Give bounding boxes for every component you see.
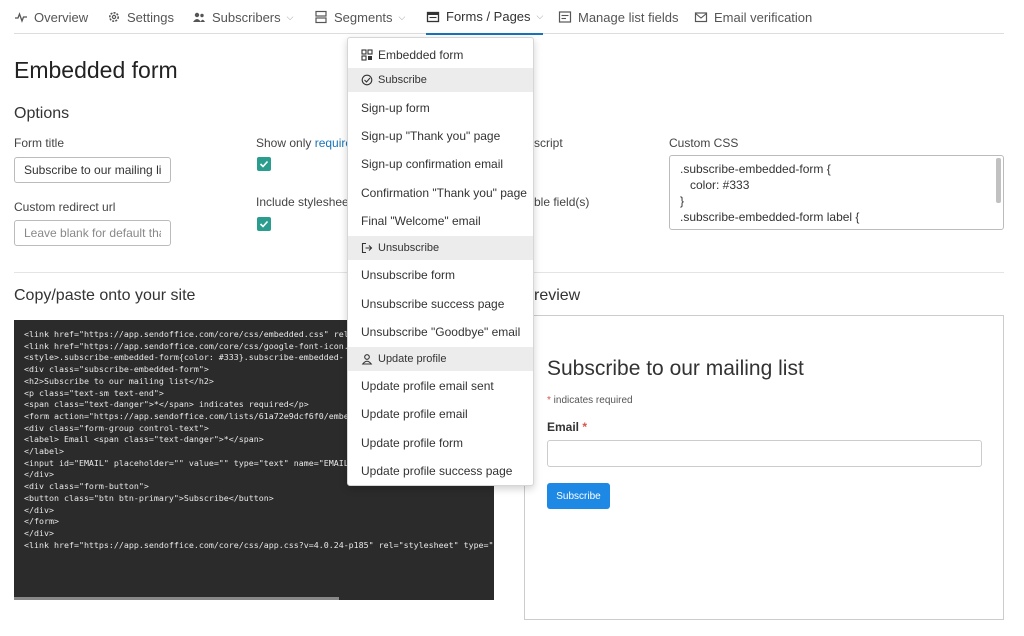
menu-item-label: Embedded form	[378, 48, 464, 62]
options-title: Options	[14, 105, 70, 122]
chevron-down-icon: ⌵	[398, 11, 406, 22]
custom-css-label: Custom CSS	[669, 136, 739, 150]
grid-icon	[361, 49, 373, 61]
gear-icon	[107, 10, 121, 24]
redirect-url-input[interactable]	[14, 220, 171, 246]
show-only-required-label: Show only require	[256, 136, 352, 150]
show-only-required-checkbox[interactable]	[257, 157, 271, 171]
segments-icon	[314, 10, 328, 24]
nav-segments-label: Segments	[334, 9, 393, 25]
include-stylesheet-label: Include styleshee	[256, 195, 349, 209]
preview-title: review	[534, 287, 581, 304]
nav-overview[interactable]: Overview	[14, 0, 88, 34]
menu-item-final-welcome-email[interactable]: Final "Welcome" email	[348, 207, 533, 235]
page-title: Embedded form	[14, 57, 178, 83]
copy-paste-title: Copy/paste onto your site	[14, 287, 196, 304]
menu-item-unsubscribe-form[interactable]: Unsubscribe form	[348, 261, 533, 289]
user-icon	[361, 353, 373, 365]
chevron-down-icon: ⌵	[536, 11, 544, 21]
code-line: </form>	[24, 516, 59, 527]
preview-form-title: Subscribe to our mailing list	[547, 357, 804, 380]
custom-css-content: .subscribe-embedded-form { color: #333 }…	[680, 162, 860, 224]
forms-pages-dropdown: Embedded form Subscribe Sign-up form Sig…	[347, 37, 534, 486]
email-required-star: *	[582, 420, 588, 434]
preview-email-label: Email *	[547, 420, 587, 434]
menu-group-label: Subscribe	[378, 74, 427, 86]
envelope-check-icon	[694, 10, 708, 24]
users-icon	[192, 10, 206, 24]
menu-item-unsubscribe-success-page[interactable]: Unsubscribe success page	[348, 290, 533, 318]
code-line: <button class="btn btn-primary">Subscrib…	[24, 492, 274, 503]
horizontal-scrollbar[interactable]	[14, 597, 339, 600]
top-nav: Overview Settings Subscribers ⌵ Segments…	[14, 0, 1004, 35]
menu-item-update-profile-email-sent[interactable]: Update profile email sent	[348, 372, 533, 400]
nav-settings[interactable]: Settings	[107, 0, 174, 34]
menu-group-label: Unsubscribe	[378, 242, 440, 254]
sign-out-icon	[361, 242, 373, 254]
nav-manage-list-fields[interactable]: Manage list fields	[558, 0, 678, 34]
menu-item-confirmation-thank-you[interactable]: Confirmation "Thank you" page	[348, 179, 533, 207]
nav-overview-label: Overview	[34, 9, 89, 25]
check-circle-icon	[361, 74, 373, 86]
chevron-down-icon: ⌵	[286, 11, 294, 22]
pulse-icon	[14, 10, 28, 24]
menu-group-subscribe: Subscribe	[348, 68, 533, 92]
form-title-label: Form title	[14, 136, 65, 150]
menu-item-unsubscribe-goodbye-email[interactable]: Unsubscribe "Goodbye" email	[348, 318, 533, 346]
preview-email-input[interactable]	[547, 440, 982, 467]
nav-manage-list-fields-label: Manage list fields	[578, 9, 679, 25]
menu-group-label: Update profile	[378, 353, 447, 365]
nav-forms-pages-label: Forms / Pages	[446, 9, 531, 24]
code-line: </div>	[24, 527, 54, 538]
nav-email-verification[interactable]: Email verification	[694, 0, 812, 34]
nav-subscribers-label: Subscribers	[212, 9, 281, 25]
show-only-text: Show only	[256, 136, 315, 150]
nav-email-verification-label: Email verification	[714, 9, 813, 25]
menu-group-update-profile: Update profile	[348, 347, 533, 371]
menu-item-signup-form[interactable]: Sign-up form	[348, 94, 533, 122]
menu-item-update-profile-success-page[interactable]: Update profile success page	[348, 457, 533, 485]
nav-settings-label: Settings	[127, 9, 174, 25]
nav-forms-pages[interactable]: Forms / Pages ⌵	[426, 0, 544, 35]
form-icon	[426, 10, 440, 24]
menu-item-signup-confirmation-email[interactable]: Sign-up confirmation email	[348, 150, 533, 178]
check-icon	[259, 160, 269, 168]
menu-item-embedded-form[interactable]: Embedded form	[348, 41, 533, 69]
code-line: </div>	[24, 504, 54, 515]
scrollbar[interactable]	[996, 158, 1001, 203]
check-icon	[259, 220, 269, 228]
preview-required-note: * indicates required	[547, 395, 633, 406]
menu-item-update-profile-form[interactable]: Update profile form	[348, 429, 533, 457]
include-script-label: script	[534, 136, 563, 150]
visible-fields-label: ble field(s)	[534, 195, 590, 209]
custom-css-textarea[interactable]: .subscribe-embedded-form { color: #333 }…	[669, 155, 1004, 230]
nav-segments[interactable]: Segments ⌵	[314, 0, 405, 34]
form-title-input[interactable]	[14, 157, 171, 183]
required-note-text: indicates required	[550, 395, 633, 406]
nav-subscribers[interactable]: Subscribers ⌵	[192, 0, 293, 34]
menu-group-unsubscribe: Unsubscribe	[348, 236, 533, 260]
menu-item-signup-thank-you[interactable]: Sign-up "Thank you" page	[348, 122, 533, 150]
list-fields-icon	[558, 10, 572, 24]
redirect-url-label: Custom redirect url	[14, 200, 116, 214]
preview-subscribe-button[interactable]: Subscribe	[547, 483, 610, 509]
email-label-text: Email	[547, 420, 580, 434]
menu-item-update-profile-email[interactable]: Update profile email	[348, 400, 533, 428]
code-line: <link href="https://app.sendoffice.com/c…	[24, 539, 494, 550]
include-stylesheet-checkbox[interactable]	[257, 217, 271, 231]
